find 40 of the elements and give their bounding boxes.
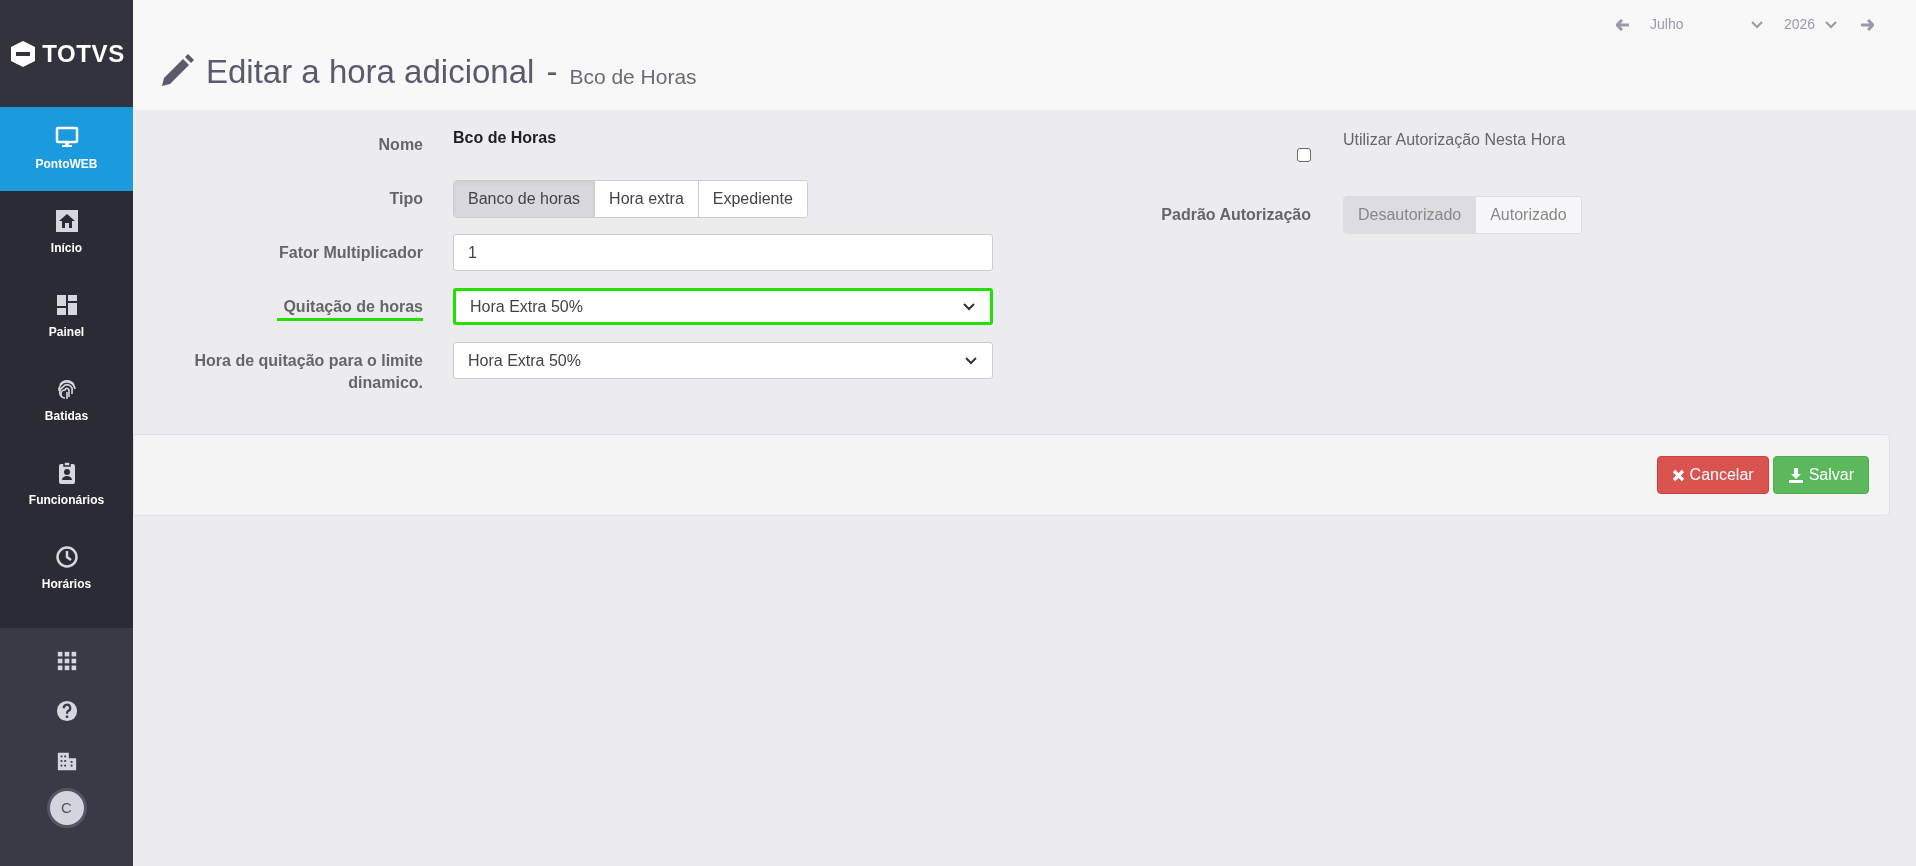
chevron-down-icon	[964, 355, 978, 366]
arrow-left-icon[interactable]	[1616, 18, 1630, 31]
monitor-icon	[54, 125, 79, 149]
home-icon	[54, 209, 79, 233]
arrow-right-icon[interactable]	[1860, 18, 1874, 31]
apps-grid-icon[interactable]	[55, 650, 78, 672]
name-value: Bco de Horas	[453, 128, 558, 148]
sidebar-item[interactable]: Funcionários	[0, 443, 133, 527]
help-icon[interactable]	[55, 700, 78, 722]
field-label: Quitação de horas	[277, 296, 423, 321]
page-subtitle: Bco de Horas	[569, 66, 697, 88]
cancel-button[interactable]: Cancelar	[1656, 456, 1769, 494]
field-label: Hora de quitação para o limite dinamico.	[193, 351, 423, 393]
sidebar-item[interactable]: Horários	[0, 527, 133, 611]
segment-button[interactable]: Banco de horas	[454, 181, 595, 217]
select-field[interactable]: Hora Extra 50%	[453, 288, 993, 325]
chevron-down-icon[interactable]	[1750, 19, 1764, 30]
select-field[interactable]: Hora Extra 50%	[453, 342, 993, 379]
logo-text: TOTVS	[42, 38, 125, 69]
chevron-down-icon[interactable]	[1824, 19, 1838, 30]
user-avatar[interactable]: C	[46, 788, 87, 828]
download-icon	[1787, 467, 1804, 483]
sidebar-item[interactable]: Batidas	[0, 359, 133, 443]
chevron-down-icon	[962, 301, 976, 312]
input-field[interactable]: 1	[453, 234, 993, 271]
field-label: Nome	[378, 135, 423, 155]
sidebar-item[interactable]: Início	[0, 191, 133, 275]
field-label: Tipo	[389, 189, 423, 209]
building-icon[interactable]	[55, 750, 78, 772]
segment-button[interactable]: Expediente	[697, 181, 807, 217]
field-label: Padrão Autorização	[1160, 205, 1312, 225]
dashboard-icon	[54, 293, 79, 317]
field-label: Fator Multiplicador	[279, 243, 423, 263]
sidebar-item[interactable]: Painel	[0, 275, 133, 359]
title-separator: -	[546, 55, 558, 88]
page-title: Editar a hora adicional	[206, 55, 535, 88]
checkbox-label: Utilizar Autorização Nesta Hora	[1343, 130, 1566, 150]
clock-icon	[54, 545, 79, 569]
checkbox[interactable]	[1297, 148, 1311, 162]
close-icon	[1671, 468, 1685, 482]
